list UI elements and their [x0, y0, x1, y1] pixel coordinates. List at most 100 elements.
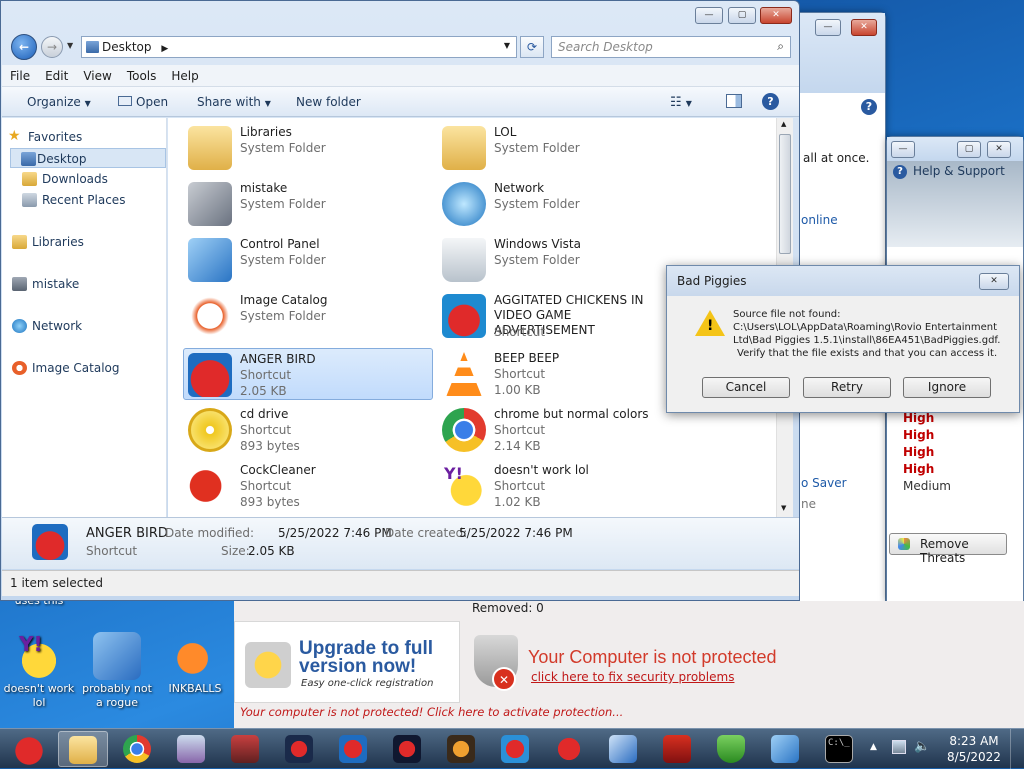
nav-libraries[interactable]: Libraries [12, 232, 84, 252]
nav-label: mistake [32, 277, 80, 291]
help-icon[interactable]: ? [861, 99, 877, 115]
online-link[interactable]: online [801, 213, 838, 227]
file-item-image-catalog[interactable]: Image Catalog System Folder [184, 290, 434, 342]
warning-exclamation-icon: ! [707, 318, 714, 334]
file-item-doesnt-work-lol[interactable]: Y! doesn't work lol Shortcut 1.02 KB [438, 460, 688, 512]
taskbar-angry-birds-rio[interactable] [490, 731, 540, 767]
start-button[interactable] [4, 729, 54, 769]
close-button[interactable]: ✕ [851, 19, 877, 36]
nav-network[interactable]: Network [12, 316, 82, 336]
scroll-thumb[interactable] [779, 134, 791, 254]
taskbar-angry-birds-2[interactable] [544, 731, 594, 767]
back-button[interactable]: ← [11, 34, 37, 60]
maximize-button[interactable]: ▢ [957, 141, 981, 158]
file-item-beep-beep[interactable]: BEEP BEEP Shortcut 1.00 KB [438, 348, 688, 400]
file-item-cd-drive[interactable]: cd drive Shortcut 893 bytes [184, 404, 434, 456]
ignore-button[interactable]: Ignore [903, 377, 991, 398]
file-item-libraries[interactable]: Libraries System Folder [184, 122, 434, 174]
view-options-button[interactable]: ☷ ▼ [670, 95, 692, 110]
address-bar[interactable]: Desktop ▶ ▼ [81, 36, 517, 58]
preview-pane-icon[interactable] [726, 94, 742, 108]
refresh-button[interactable]: ⟳ [520, 36, 544, 58]
share-with-button[interactable]: Share with ▼ [197, 95, 271, 109]
minimize-button[interactable]: — [695, 7, 723, 24]
show-hidden-icons-button[interactable]: ▲ [870, 742, 877, 752]
file-item-cockcleaner[interactable]: CockCleaner Shortcut 893 bytes [184, 460, 434, 512]
file-item-anger-bird[interactable]: ANGER BIRD Shortcut 2.05 KB [183, 348, 433, 400]
help-icon[interactable]: ? [762, 93, 779, 110]
open-button[interactable]: Open [118, 95, 168, 109]
taskbar-angry-birds-star-wars[interactable] [274, 731, 324, 767]
recent-pages-dropdown[interactable]: ▼ [67, 41, 73, 50]
file-type: System Folder [494, 197, 580, 211]
fix-security-link[interactable]: click here to fix security problems [531, 670, 734, 684]
search-input[interactable]: Search Desktop ⌕ [551, 36, 791, 58]
taskbar-game-1[interactable] [166, 731, 216, 767]
minimize-button[interactable]: — [891, 141, 915, 158]
upgrade-title[interactable]: Upgrade to full version now! [299, 639, 459, 676]
inkball-icon [171, 632, 219, 680]
organize-label: Organize [27, 95, 81, 109]
security-alert-panel[interactable]: Removed: 0 Upgrade to full version now! … [234, 601, 1024, 728]
retry-button[interactable]: Retry [803, 377, 891, 398]
scroll-down-arrow-icon[interactable]: ▼ [781, 504, 786, 512]
scroll-up-arrow-icon[interactable]: ▲ [781, 120, 786, 128]
search-icon[interactable]: ⌕ [777, 39, 784, 54]
desktop-icon-yahoo[interactable]: Y! doesn't work lol [0, 632, 78, 710]
clock[interactable]: 8:23 AM 8/5/2022 [944, 733, 1004, 765]
file-size: 2.05 KB [240, 384, 287, 398]
taskbar-control-panel[interactable] [760, 731, 810, 767]
upgrade-box[interactable]: Upgrade to full version now! Easy one-cl… [234, 621, 460, 703]
menu-tools[interactable]: Tools [119, 65, 164, 83]
menu-help[interactable]: Help [163, 65, 205, 83]
saver-link[interactable]: o Saver [801, 476, 847, 490]
file-item-lol[interactable]: LOL System Folder [438, 122, 688, 174]
taskbar-minecraft[interactable] [220, 731, 270, 767]
taskbar-chrome[interactable] [112, 731, 162, 767]
menu-file[interactable]: File [2, 65, 37, 83]
taskbar-angry-birds-space[interactable] [382, 731, 432, 767]
close-button[interactable]: ✕ [760, 7, 792, 24]
address-dropdown-icon[interactable]: ▼ [504, 41, 510, 50]
desktop-icon-probably-not-a-rogue[interactable]: probably not a rogue [78, 632, 156, 710]
nav-image-catalog[interactable]: Image Catalog [12, 358, 119, 378]
show-desktop-button[interactable] [1010, 729, 1024, 769]
taskbar-network-app[interactable] [598, 731, 648, 767]
activate-protection-link[interactable]: Your computer is not protected! Click he… [240, 705, 623, 719]
taskbar-security[interactable] [706, 731, 756, 767]
forward-button[interactable]: → [41, 36, 63, 58]
volume-icon[interactable]: 🔈 [914, 739, 930, 754]
menu-view[interactable]: View [75, 65, 118, 83]
file-item-network[interactable]: Network System Folder [438, 178, 688, 230]
nav-downloads[interactable]: Downloads [22, 169, 108, 189]
network-tray-icon[interactable] [892, 740, 906, 754]
help-support-label[interactable]: Help & Support [913, 164, 1005, 178]
breadcrumb-arrow-icon[interactable]: ▶ [161, 44, 168, 54]
menu-edit[interactable]: Edit [37, 65, 75, 83]
control-panel-icon [771, 735, 799, 763]
close-button[interactable]: ✕ [979, 273, 1009, 290]
minimize-button[interactable]: — [815, 19, 841, 36]
angry-bird-icon [339, 735, 367, 763]
taskbar-explorer[interactable] [58, 731, 108, 767]
nav-desktop[interactable]: Desktop [10, 148, 166, 168]
nav-favorites[interactable]: ★ Favorites [8, 127, 82, 147]
desktop-icon-inkballs[interactable]: INKBALLS [156, 632, 234, 696]
taskbar-angry-birds[interactable] [328, 731, 378, 767]
maximize-button[interactable]: ▢ [728, 7, 756, 24]
file-item-windows-vista[interactable]: Windows Vista System Folder [438, 234, 688, 286]
nav-recent-places[interactable]: Recent Places [22, 190, 125, 210]
error-dialog[interactable]: Bad Piggies ✕ ! Source file not found: C… [666, 265, 1020, 413]
file-item-control-panel[interactable]: Control Panel System Folder [184, 234, 434, 286]
taskbar-angry-birds-seasons[interactable] [436, 731, 486, 767]
file-item-mistake[interactable]: mistake System Folder [184, 178, 434, 230]
organize-button[interactable]: Organize ▼ [27, 95, 91, 109]
nav-mistake[interactable]: mistake [12, 274, 80, 294]
remove-threats-button[interactable]: Remove Threats [889, 533, 1007, 565]
taskbar-app-red[interactable] [652, 731, 702, 767]
taskbar-cmd[interactable]: C:\_ [814, 731, 864, 767]
file-item-chrome[interactable]: chrome but normal colors Shortcut 2.14 KB [438, 404, 688, 456]
new-folder-button[interactable]: New folder [296, 95, 361, 109]
restore-button[interactable]: ✕ [987, 141, 1011, 158]
cancel-button[interactable]: Cancel [702, 377, 790, 398]
